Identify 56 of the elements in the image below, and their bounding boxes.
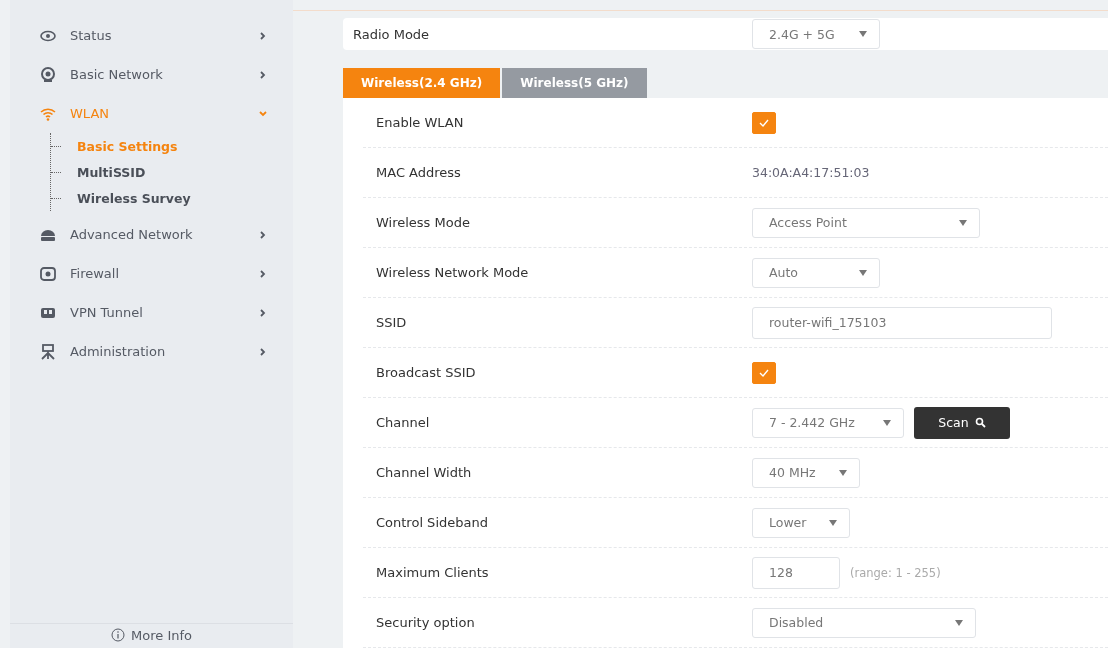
info-icon bbox=[111, 628, 125, 642]
checkmark-icon bbox=[759, 368, 769, 377]
tab[interactable]: Wireless(2.4 GHz) bbox=[343, 68, 501, 98]
field-label: MAC Address bbox=[376, 165, 462, 180]
field-label: Channel Width bbox=[376, 465, 473, 480]
select-field[interactable]: Lower bbox=[752, 507, 850, 538]
sidebar-item-label: Basic Network bbox=[70, 67, 164, 82]
more-info-link[interactable]: More Info bbox=[10, 623, 293, 648]
submenu-item[interactable]: MultiSSID bbox=[51, 159, 293, 185]
input-field[interactable]: router-wifi_175103 bbox=[752, 306, 1052, 339]
sidebar-item[interactable]: VPN Tunnel bbox=[10, 293, 293, 332]
select-field[interactable]: Access Point bbox=[752, 207, 980, 238]
scan-button[interactable]: Scan bbox=[914, 406, 1010, 439]
field-label: Maximum Clients bbox=[376, 565, 490, 580]
sidebar-item[interactable]: Advanced Network bbox=[10, 215, 293, 254]
range-hint: (range: 1 - 255) bbox=[850, 565, 941, 580]
field-label: Enable WLAN bbox=[376, 115, 465, 130]
caret-icon bbox=[859, 269, 867, 276]
field-label: Channel bbox=[376, 415, 431, 430]
sidebar-item[interactable]: Basic Network bbox=[10, 55, 293, 94]
checkmark-icon bbox=[759, 118, 769, 127]
input-field[interactable]: 128 bbox=[752, 556, 840, 589]
field-label: Wireless Network Mode bbox=[376, 265, 530, 280]
select-field[interactable]: 7 - 2.442 GHz bbox=[752, 407, 904, 438]
sidebar-item[interactable]: Administration bbox=[10, 332, 293, 371]
select-field[interactable]: Disabled bbox=[752, 607, 976, 638]
sidebar-item-label: Status bbox=[70, 28, 113, 43]
search-icon bbox=[974, 417, 986, 428]
sidebar-item-label: Firewall bbox=[70, 266, 121, 281]
select-field[interactable]: 2.4G + 5G bbox=[752, 19, 880, 49]
caret-icon bbox=[859, 31, 867, 37]
field-label: Security option bbox=[376, 615, 476, 630]
field-label: Broadcast SSID bbox=[376, 365, 477, 380]
caret-icon bbox=[955, 619, 963, 626]
field-label: Wireless Mode bbox=[376, 215, 471, 230]
field-label: Control Sideband bbox=[376, 515, 489, 530]
field-value: 34:0A:A4:17:51:03 bbox=[752, 165, 870, 180]
checkbox[interactable] bbox=[752, 361, 776, 384]
field-label: SSID bbox=[376, 315, 408, 330]
sidebar-item[interactable]: Status bbox=[10, 16, 293, 55]
tab[interactable]: Wireless(5 GHz) bbox=[502, 68, 647, 98]
select-field[interactable]: Auto bbox=[752, 257, 880, 288]
sidebar-item-label: Advanced Network bbox=[70, 227, 194, 242]
caret-icon bbox=[839, 469, 847, 476]
sidebar-item-label: VPN Tunnel bbox=[70, 305, 144, 320]
caret-icon bbox=[883, 419, 891, 426]
checkbox[interactable] bbox=[752, 111, 776, 134]
field-label: Radio Mode bbox=[353, 26, 431, 42]
sidebar-item-label: Administration bbox=[70, 344, 167, 359]
submenu-item[interactable]: Wireless Survey bbox=[51, 185, 293, 211]
sidebar-item[interactable]: Firewall bbox=[10, 254, 293, 293]
wifi-icon bbox=[40, 105, 56, 122]
caret-icon bbox=[829, 519, 837, 526]
select-field[interactable]: 40 MHz bbox=[752, 457, 860, 488]
caret-icon bbox=[959, 219, 967, 226]
sidebar-item-label: WLAN bbox=[70, 106, 110, 121]
